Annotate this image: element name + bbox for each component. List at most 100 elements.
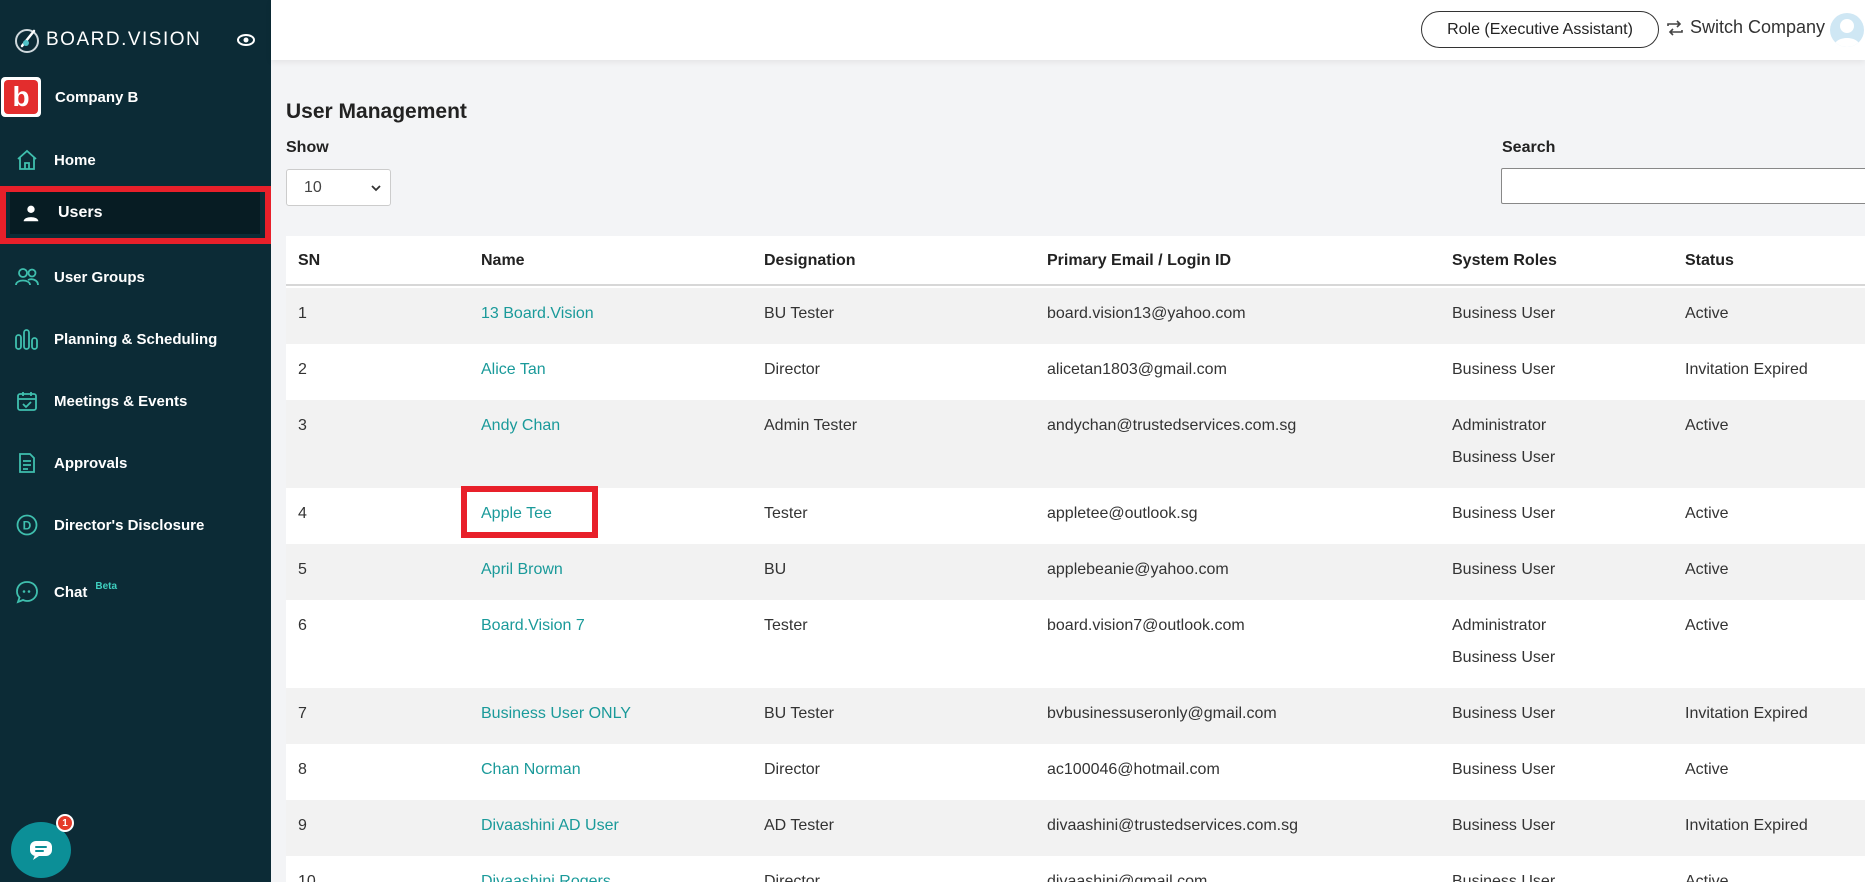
table-row: 1 13 Board.Vision BU Tester board.vision13@… — [286, 288, 1865, 344]
sidebar-item-users[interactable]: Users — [10, 192, 260, 234]
cell-name-link[interactable]: Andy Chan — [481, 417, 560, 435]
chat-bubble-icon — [14, 579, 40, 605]
cell-name-link[interactable]: Divaashini Rogers — [481, 873, 611, 882]
sidebar-item-user-groups[interactable]: User Groups — [0, 255, 271, 299]
cell-designation: AD Tester — [764, 817, 834, 834]
page-size-select[interactable]: 10 — [286, 169, 391, 206]
cell-sn: 5 — [298, 561, 307, 578]
cell-designation: Tester — [764, 505, 808, 522]
company-switcher[interactable]: b Company B — [0, 77, 138, 117]
sidebar-item-label: User Groups — [54, 268, 145, 286]
show-label: Show — [286, 139, 329, 156]
cell-designation: BU Tester — [764, 305, 834, 322]
cell-sn: 10 — [298, 873, 316, 882]
cell-name-link[interactable]: Chan Norman — [481, 761, 581, 779]
brand[interactable]: BOARD.VISION — [12, 24, 201, 56]
cell-status: Active — [1685, 873, 1729, 882]
cell-name-link[interactable]: Divaashini AD User — [481, 817, 619, 835]
company-logo-letter: b — [4, 80, 38, 114]
cell-status: Active — [1685, 561, 1729, 578]
cell-designation: Admin Tester — [764, 417, 858, 434]
role-label: Business User — [1452, 361, 1556, 378]
user-groups-icon — [14, 264, 40, 290]
cell-status: Invitation Expired — [1685, 361, 1808, 378]
beta-badge: Beta — [95, 580, 118, 592]
page-size-value: 10 — [304, 178, 322, 196]
cell-name-link[interactable]: Apple Tee — [481, 505, 552, 523]
cell-email: divaashini@trustedservices.com.sg — [1047, 817, 1299, 834]
cell-system-roles: Business User — [1452, 754, 1555, 786]
column-header-system-roles[interactable]: System Roles — [1452, 252, 1557, 270]
role-label: Administrator — [1452, 617, 1547, 634]
role-label: Business User — [1452, 305, 1556, 322]
cell-system-roles: Administrator Business User — [1452, 610, 1555, 674]
role-label: Business User — [1452, 561, 1556, 578]
cell-system-roles: Business User — [1452, 354, 1555, 386]
chat-fab-icon — [30, 841, 52, 860]
cell-sn: 2 — [298, 361, 307, 378]
app: BOARD.VISION b Company B Home Users User… — [0, 0, 1865, 882]
role-label: Administrator — [1452, 417, 1547, 434]
search-input[interactable] — [1501, 168, 1865, 204]
role-label: Business User — [1452, 761, 1556, 778]
chevron-down-icon — [371, 185, 381, 192]
sidebar-item-chat[interactable]: Chat Beta — [0, 570, 271, 614]
search-label: Search — [1502, 139, 1556, 156]
letter-d-circle-icon: D — [14, 512, 40, 538]
column-header-status[interactable]: Status — [1685, 252, 1734, 270]
table-row: 10 Divaashini Rogers Director divaashini@gm… — [286, 856, 1865, 882]
cell-email: alicetan1803@gmail.com — [1047, 361, 1227, 378]
sidebar-item-directors-disclosure[interactable]: D Director's Disclosure — [0, 503, 271, 547]
role-label: Business User — [1452, 505, 1556, 522]
sidebar-item-label: Director's Disclosure — [54, 516, 205, 534]
user-icon — [18, 200, 44, 226]
column-header-name[interactable]: Name — [481, 252, 525, 270]
sidebar-item-label: Home — [54, 151, 96, 169]
users-table: SN Name Designation Primary Email / Logi… — [286, 236, 1865, 882]
cell-status: Invitation Expired — [1685, 705, 1808, 722]
switch-company-button[interactable]: Switch Company — [1666, 17, 1825, 38]
cell-system-roles: Business User — [1452, 498, 1555, 530]
cell-system-roles: Business User — [1452, 810, 1555, 842]
sidebar-item-approvals[interactable]: Approvals — [0, 441, 271, 485]
table-row: 5 April Brown BU applebeanie@yahoo.com Busin… — [286, 544, 1865, 600]
cell-designation: Director — [764, 761, 821, 778]
document-icon — [14, 450, 40, 476]
calendar-check-icon — [14, 388, 40, 414]
cell-name-link[interactable]: Alice Tan — [481, 361, 546, 379]
table-row: 6 Board.Vision 7 Tester board.vision7@outlo… — [286, 600, 1865, 688]
sidebar-item-home[interactable]: Home — [0, 138, 271, 182]
company-logo: b — [1, 77, 41, 117]
cell-name-link[interactable]: Board.Vision 7 — [481, 617, 585, 635]
cell-email: board.vision7@outlook.com — [1047, 617, 1245, 634]
cell-name-link[interactable]: Business User ONLY — [481, 705, 631, 723]
cell-email: bvbusinessuseronly@gmail.com — [1047, 705, 1277, 722]
company-name: Company B — [55, 88, 139, 106]
role-label: Business User — [1452, 817, 1556, 834]
cell-system-roles: Business User — [1452, 298, 1555, 330]
cell-email: andychan@trustedservices.com.sg — [1047, 417, 1297, 434]
cell-status: Active — [1685, 417, 1729, 434]
cell-system-roles: Business User — [1452, 866, 1555, 882]
cell-email: board.vision13@yahoo.com — [1047, 305, 1246, 322]
cell-name-link[interactable]: 13 Board.Vision — [481, 305, 594, 323]
table-row: 8 Chan Norman Director ac100046@hotmail.com… — [286, 744, 1865, 800]
column-header-email[interactable]: Primary Email / Login ID — [1047, 252, 1231, 270]
avatar[interactable] — [1830, 13, 1864, 47]
eye-icon[interactable] — [236, 31, 256, 49]
cell-email: ac100046@hotmail.com — [1047, 761, 1220, 778]
cell-sn: 1 — [298, 305, 307, 322]
cell-system-roles: Administrator Business User — [1452, 410, 1555, 474]
sidebar-item-meetings-events[interactable]: Meetings & Events — [0, 379, 271, 423]
sidebar-item-planning-scheduling[interactable]: Planning & Scheduling — [0, 317, 271, 361]
role-button[interactable]: Role (Executive Assistant) — [1421, 11, 1659, 48]
column-header-sn[interactable]: SN — [298, 252, 320, 270]
table-header: SN Name Designation Primary Email / Logi… — [286, 236, 1865, 286]
sidebar-item-label: Approvals — [54, 454, 128, 472]
cell-designation: Director — [764, 361, 821, 378]
column-header-designation[interactable]: Designation — [764, 252, 856, 270]
cell-system-roles: Business User — [1452, 698, 1555, 730]
sidebar-item-label: Chat — [54, 583, 88, 601]
cell-name-link[interactable]: April Brown — [481, 561, 563, 579]
switch-company-label: Switch Company — [1690, 17, 1826, 37]
